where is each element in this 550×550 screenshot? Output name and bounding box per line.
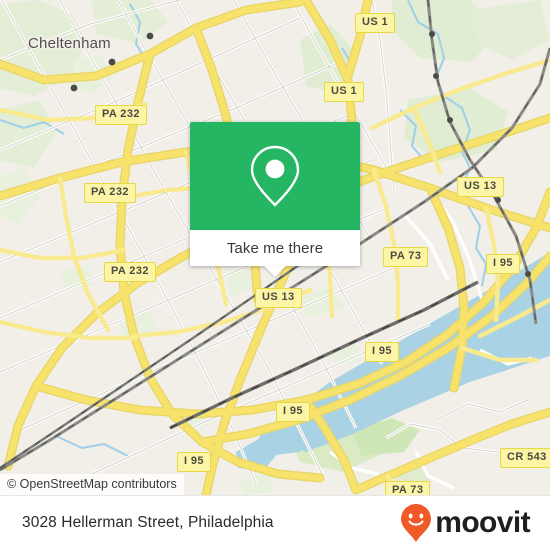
address-label: 3028 Hellerman Street, Philadelphia xyxy=(22,514,274,531)
road-shield-us13-b: US 13 xyxy=(255,288,302,308)
place-label-cheltenham: Cheltenham xyxy=(28,35,111,52)
road-shield-i95-a: I 95 xyxy=(486,254,520,274)
road-shield-i95-d: I 95 xyxy=(177,452,211,472)
osm-attribution[interactable]: © OpenStreetMap contributors xyxy=(0,474,184,495)
map-canvas[interactable]: Cheltenham US 1 US 1 PA 232 PA 232 PA 23… xyxy=(0,0,550,495)
road-shield-us1-b: US 1 xyxy=(324,82,365,102)
road-shield-pa232-b: PA 232 xyxy=(84,183,136,203)
road-shield-pa232-a: PA 232 xyxy=(95,105,147,125)
road-shield-i95-c: I 95 xyxy=(276,402,310,422)
road-shield-us13-a: US 13 xyxy=(457,177,504,197)
take-me-there-label: Take me there xyxy=(226,239,324,257)
popup-action-area[interactable]: Take me there xyxy=(190,230,360,277)
road-shield-pa73-b: PA 73 xyxy=(385,481,431,495)
moovit-wordmark: moovit xyxy=(435,506,530,539)
road-shield-i95-b: I 95 xyxy=(365,342,399,362)
popup-tail xyxy=(264,266,286,277)
road-shield-pa232-c: PA 232 xyxy=(104,262,156,282)
popup-icon-area xyxy=(190,122,360,230)
road-shield-us1-a: US 1 xyxy=(355,13,396,33)
location-pin-icon xyxy=(250,145,300,207)
moovit-smiley-pin-icon xyxy=(401,504,432,542)
road-shield-pa73-a: PA 73 xyxy=(383,247,429,267)
footer-bar: 3028 Hellerman Street, Philadelphia moov… xyxy=(0,495,550,550)
moovit-logo[interactable]: moovit xyxy=(399,503,531,543)
location-popup-card[interactable]: Take me there xyxy=(190,122,360,277)
road-shield-cr543: CR 543 xyxy=(500,448,550,468)
map-screenshot: Cheltenham US 1 US 1 PA 232 PA 232 PA 23… xyxy=(0,0,550,550)
